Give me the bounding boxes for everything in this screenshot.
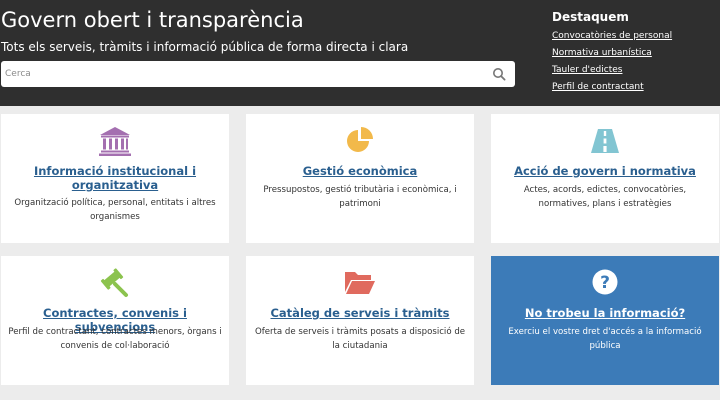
card-description: Perfil de contractant, contractes menors… <box>8 327 222 351</box>
question-circle-icon: ? <box>592 269 618 295</box>
svg-text:?: ? <box>600 273 610 293</box>
page-subtitle: Tots els serveis, tràmits i informació p… <box>1 40 409 54</box>
search-input[interactable] <box>5 65 485 83</box>
card-description: Exerciu el vostre dret d'accés a la info… <box>508 327 702 351</box>
card-contracts[interactable]: Contractes, convenis i subvencions Perfi… <box>1 256 229 385</box>
card-description: Oferta de serveis i tràmits posats a dis… <box>254 327 466 351</box>
card-help[interactable]: ? No trobeu la informació? Exerciu el vo… <box>491 256 719 385</box>
card-description: Actes, acords, edictes, convocatòries, n… <box>523 185 687 209</box>
featured-section: Destaquem Convocatòries de personal Norm… <box>552 10 712 96</box>
pie-chart-icon <box>347 127 373 152</box>
card-title[interactable]: No trobeu la informació? <box>499 306 711 320</box>
road-icon <box>591 129 619 153</box>
card-title[interactable]: Acció de govern i normativa <box>499 164 711 178</box>
card-economic[interactable]: Gestió econòmica Pressupostos, gestió tr… <box>246 114 474 243</box>
card-description: Organització política, personal, entitat… <box>14 198 216 222</box>
card-title[interactable]: Catàleg de serveis i tràmits <box>254 306 466 320</box>
header: Govern obert i transparència Tots els se… <box>0 0 720 106</box>
featured-link-normativa[interactable]: Normativa urbanística <box>552 45 712 62</box>
card-services[interactable]: Catàleg de serveis i tràmits Oferta de s… <box>246 256 474 385</box>
folder-open-icon <box>345 272 375 294</box>
featured-link-convocatories[interactable]: Convocatòries de personal <box>552 28 712 45</box>
card-institutional[interactable]: Informació institucional i organitzativa… <box>1 114 229 243</box>
featured-link-tauler[interactable]: Tauler d'edictes <box>552 62 712 79</box>
search-box <box>1 61 515 87</box>
card-title[interactable]: Gestió econòmica <box>254 164 466 178</box>
page-title: Govern obert i transparència <box>1 8 304 32</box>
featured-link-perfil[interactable]: Perfil de contractant <box>552 79 712 96</box>
featured-title: Destaquem <box>552 10 629 24</box>
card-title[interactable]: Informació institucional i organitzativa <box>9 164 221 192</box>
gavel-icon <box>100 268 128 297</box>
card-governance[interactable]: Acció de govern i normativa Actes, acord… <box>491 114 719 243</box>
institution-icon <box>99 127 131 156</box>
search-icon[interactable] <box>492 67 506 81</box>
card-description: Pressupostos, gestió tributària i econòm… <box>263 185 457 209</box>
